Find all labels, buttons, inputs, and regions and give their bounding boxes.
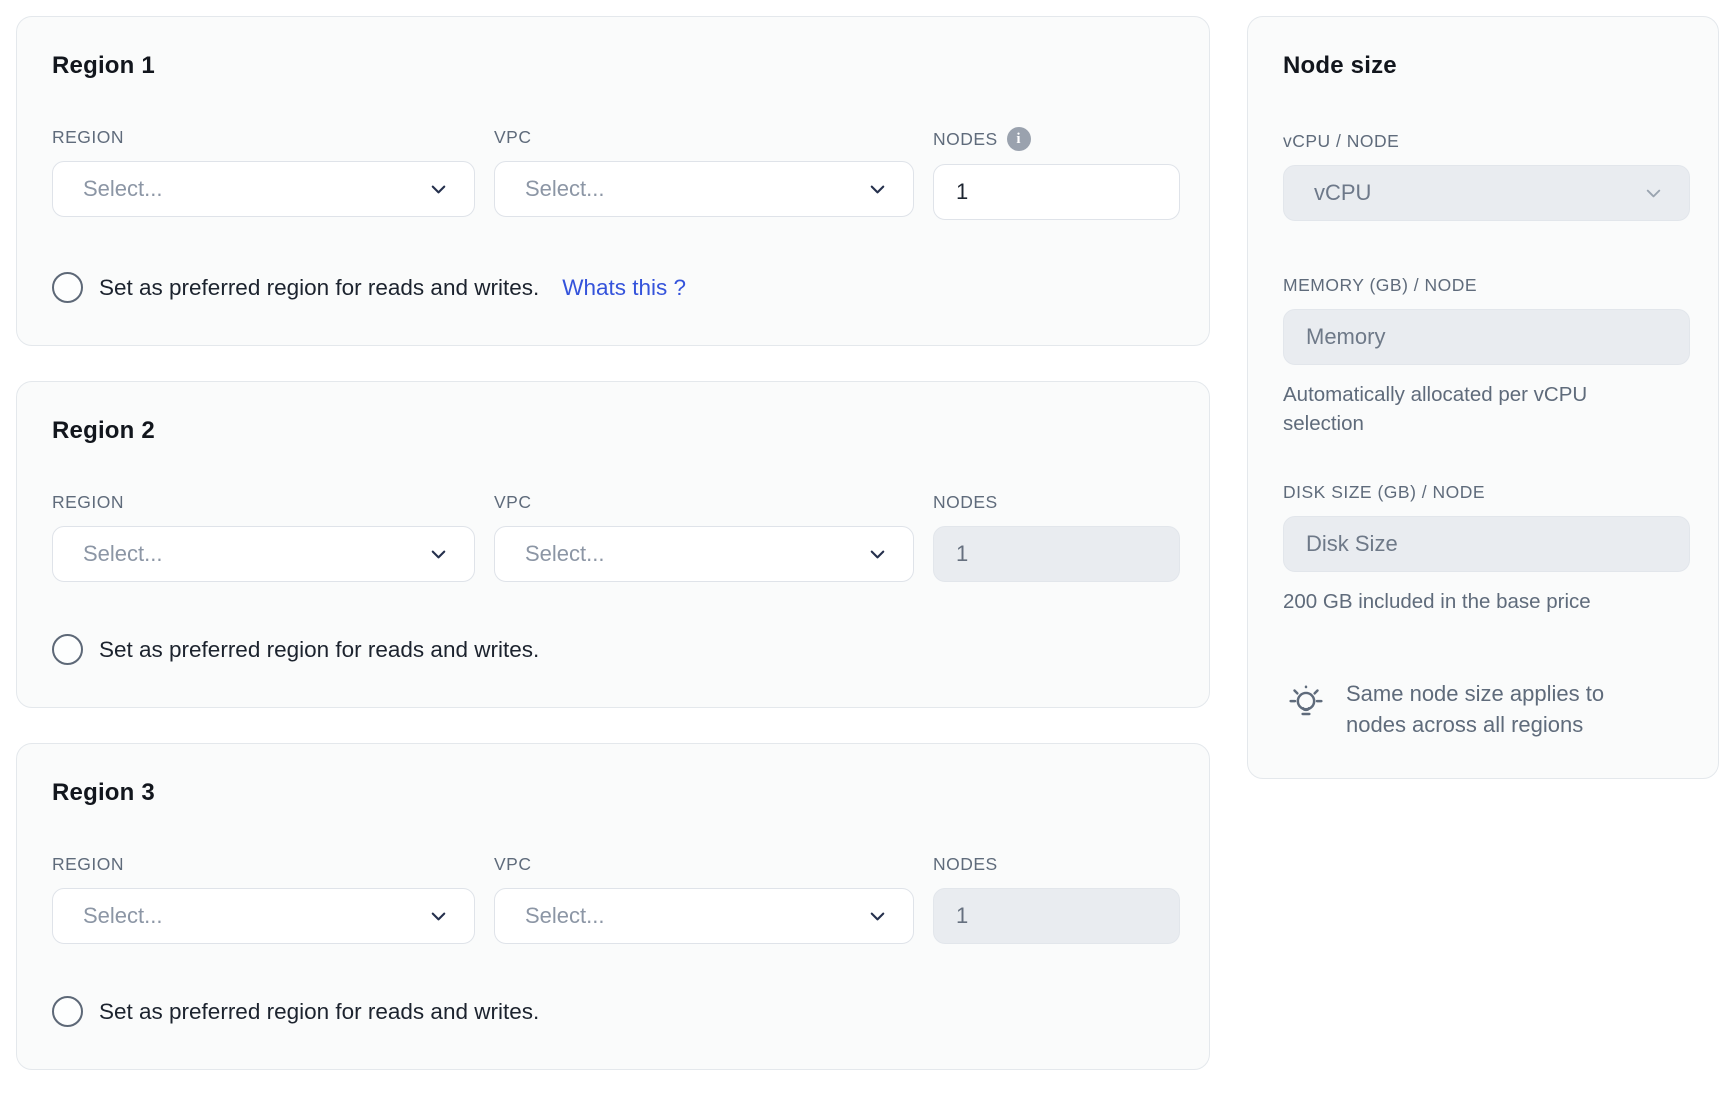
region-2-vpc-placeholder: Select... — [525, 541, 604, 567]
region-2-title: Region 2 — [52, 416, 1179, 446]
vcpu-select: vCPU — [1283, 165, 1690, 221]
chevron-down-icon — [427, 178, 450, 201]
region-2-nodes-input — [933, 526, 1180, 582]
whats-this-link[interactable]: Whats this ? — [562, 272, 686, 303]
memory-input — [1283, 309, 1690, 365]
region-1-preferred-label: Set as preferred region for reads and wr… — [99, 272, 539, 303]
info-icon[interactable]: i — [1007, 127, 1031, 151]
region-2-region-field: REGION Select... — [52, 492, 475, 582]
disk-help-text: 200 GB included in the base price — [1283, 587, 1635, 616]
region-3-title: Region 3 — [52, 778, 1179, 808]
region-2-region-select[interactable]: Select... — [52, 526, 475, 582]
chevron-down-icon — [866, 543, 889, 566]
lightbulb-icon — [1283, 680, 1329, 734]
vcpu-field: vCPU / NODE vCPU — [1283, 131, 1690, 221]
region-1-card: Region 1 REGION Select... VPC Select... — [16, 16, 1210, 346]
region-2-region-label: REGION — [52, 492, 475, 513]
region-3-fields: REGION Select... VPC Select... — [52, 854, 1179, 944]
disk-label: DISK SIZE (GB) / NODE — [1283, 482, 1690, 503]
chevron-down-icon — [427, 543, 450, 566]
region-1-vpc-label: VPC — [494, 127, 914, 148]
region-2-nodes-label: NODES — [933, 492, 1180, 513]
region-1-title: Region 1 — [52, 51, 1179, 81]
chevron-down-icon — [427, 905, 450, 928]
region-1-vpc-field: VPC Select... — [494, 127, 914, 220]
region-1-vpc-placeholder: Select... — [525, 176, 604, 202]
region-3-vpc-placeholder: Select... — [525, 903, 604, 929]
region-1-region-select[interactable]: Select... — [52, 161, 475, 217]
memory-field: MEMORY (GB) / NODE Automatically allocat… — [1283, 275, 1690, 438]
region-3-vpc-field: VPC Select... — [494, 854, 914, 944]
region-3-vpc-select[interactable]: Select... — [494, 888, 914, 944]
chevron-down-icon — [1642, 182, 1665, 205]
region-2-fields: REGION Select... VPC Select... — [52, 492, 1179, 582]
node-size-column: Node size vCPU / NODE vCPU MEMORY (GB) /… — [1247, 16, 1719, 779]
region-3-region-label: REGION — [52, 854, 475, 875]
region-3-region-field: REGION Select... — [52, 854, 475, 944]
region-1-nodes-label: NODES i — [933, 127, 1180, 151]
region-1-vpc-select[interactable]: Select... — [494, 161, 914, 217]
region-2-region-placeholder: Select... — [83, 541, 162, 567]
region-2-vpc-field: VPC Select... — [494, 492, 914, 582]
region-1-preferred-row: Set as preferred region for reads and wr… — [52, 272, 1179, 303]
node-size-card: Node size vCPU / NODE vCPU MEMORY (GB) /… — [1247, 16, 1719, 779]
region-3-preferred-row: Set as preferred region for reads and wr… — [52, 996, 1179, 1027]
region-3-nodes-input — [933, 888, 1180, 944]
region-1-nodes-input[interactable] — [933, 164, 1180, 220]
memory-help-text: Automatically allocated per vCPU selecti… — [1283, 380, 1635, 438]
region-3-nodes-label: NODES — [933, 854, 1180, 875]
region-3-region-select[interactable]: Select... — [52, 888, 475, 944]
node-size-note: Same node size applies to nodes across a… — [1283, 678, 1690, 740]
region-3-preferred-radio[interactable] — [52, 996, 83, 1027]
region-1-region-label: REGION — [52, 127, 475, 148]
region-3-vpc-label: VPC — [494, 854, 914, 875]
region-1-region-field: REGION Select... — [52, 127, 475, 220]
region-3-region-placeholder: Select... — [83, 903, 162, 929]
disk-input — [1283, 516, 1690, 572]
node-size-note-text: Same node size applies to nodes across a… — [1346, 678, 1614, 740]
region-1-nodes-label-text: NODES — [933, 129, 998, 150]
memory-label: MEMORY (GB) / NODE — [1283, 275, 1690, 296]
region-2-preferred-label: Set as preferred region for reads and wr… — [99, 634, 539, 665]
region-3-card: Region 3 REGION Select... VPC Select... — [16, 743, 1210, 1070]
region-1-preferred-radio[interactable] — [52, 272, 83, 303]
region-2-preferred-radio[interactable] — [52, 634, 83, 665]
vcpu-selected-value: vCPU — [1314, 180, 1371, 206]
regions-column: Region 1 REGION Select... VPC Select... — [16, 16, 1210, 1070]
region-1-fields: REGION Select... VPC Select... — [52, 127, 1179, 220]
region-2-vpc-label: VPC — [494, 492, 914, 513]
region-3-preferred-label: Set as preferred region for reads and wr… — [99, 996, 539, 1027]
region-2-card: Region 2 REGION Select... VPC Select... — [16, 381, 1210, 708]
region-1-region-placeholder: Select... — [83, 176, 162, 202]
region-2-vpc-select[interactable]: Select... — [494, 526, 914, 582]
region-3-nodes-field: NODES — [933, 854, 1180, 944]
chevron-down-icon — [866, 178, 889, 201]
chevron-down-icon — [866, 905, 889, 928]
region-1-nodes-field: NODES i — [933, 127, 1180, 220]
cluster-config-page: Region 1 REGION Select... VPC Select... — [0, 0, 1736, 1070]
region-2-preferred-row: Set as preferred region for reads and wr… — [52, 634, 1179, 665]
vcpu-label: vCPU / NODE — [1283, 131, 1690, 152]
region-2-nodes-field: NODES — [933, 492, 1180, 582]
node-size-title: Node size — [1283, 51, 1690, 81]
disk-field: DISK SIZE (GB) / NODE 200 GB included in… — [1283, 482, 1690, 616]
